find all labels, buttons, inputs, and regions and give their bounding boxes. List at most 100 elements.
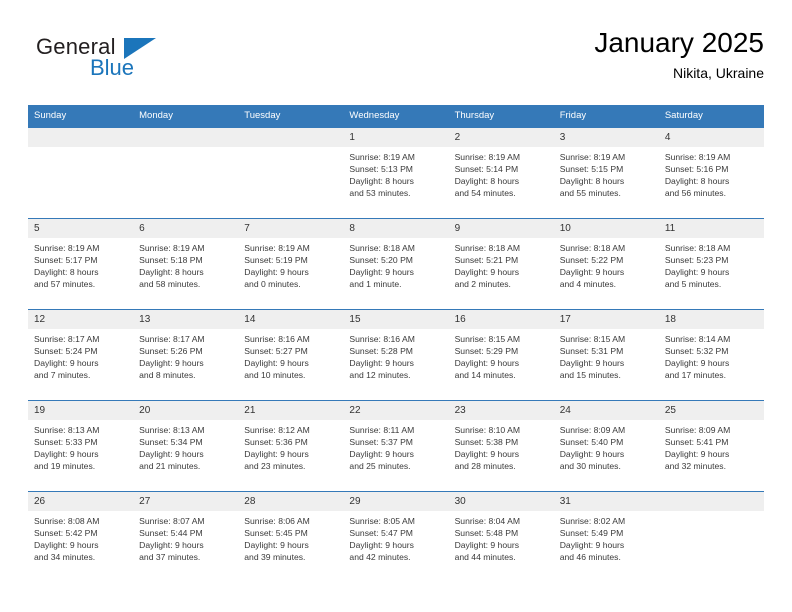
day-cell[interactable]: 24 Sunrise: 8:09 AM Sunset: 5:40 PM Dayl… bbox=[553, 400, 659, 492]
day-details: Sunrise: 8:12 AM Sunset: 5:36 PM Dayligh… bbox=[244, 425, 310, 472]
calendar-week-row: 19 Sunrise: 8:13 AM Sunset: 5:33 PM Dayl… bbox=[28, 400, 764, 492]
day-number: 28 bbox=[238, 492, 344, 511]
logo-text-blue: Blue bbox=[90, 55, 135, 80]
day-details: Sunrise: 8:06 AM Sunset: 5:45 PM Dayligh… bbox=[244, 516, 310, 563]
day-cell[interactable]: 8 Sunrise: 8:18 AM Sunset: 5:20 PM Dayli… bbox=[343, 218, 449, 310]
location-subtitle: Nikita, Ukraine bbox=[672, 65, 764, 81]
day-number: 24 bbox=[553, 401, 659, 420]
calendar-week-row: 1 Sunrise: 8:19 AM Sunset: 5:13 PM Dayli… bbox=[28, 127, 764, 219]
day-details: Sunrise: 8:18 AM Sunset: 5:22 PM Dayligh… bbox=[559, 243, 626, 290]
day-details: Sunrise: 8:19 AM Sunset: 5:16 PM Dayligh… bbox=[664, 152, 731, 199]
sunrise-sunset-calendar: Sunday Monday Tuesday Wednesday Thursday… bbox=[28, 105, 764, 582]
calendar-page: General Blue January 2025 Nikita, Ukrain… bbox=[0, 0, 792, 612]
day-details: Sunrise: 8:15 AM Sunset: 5:31 PM Dayligh… bbox=[559, 334, 626, 381]
weekday-header-sunday: Sunday bbox=[28, 105, 134, 128]
day-cell[interactable]: 16 Sunrise: 8:15 AM Sunset: 5:29 PM Dayl… bbox=[448, 309, 554, 401]
day-cell[interactable]: 21 Sunrise: 8:12 AM Sunset: 5:36 PM Dayl… bbox=[238, 400, 344, 492]
weekday-header-saturday: Saturday bbox=[658, 105, 764, 128]
weekday-header-wednesday: Wednesday bbox=[343, 105, 449, 128]
day-cell[interactable] bbox=[133, 127, 239, 219]
day-number: 12 bbox=[28, 310, 134, 329]
day-details: Sunrise: 8:07 AM Sunset: 5:44 PM Dayligh… bbox=[139, 516, 205, 563]
day-number: 15 bbox=[343, 310, 449, 329]
day-number: 18 bbox=[658, 310, 764, 329]
calendar-header-row: Sunday Monday Tuesday Wednesday Thursday… bbox=[28, 105, 764, 128]
day-number: 27 bbox=[133, 492, 239, 511]
day-cell[interactable]: 1 Sunrise: 8:19 AM Sunset: 5:13 PM Dayli… bbox=[343, 127, 449, 219]
page-title: January 2025 bbox=[594, 27, 764, 58]
day-details: Sunrise: 8:19 AM Sunset: 5:18 PM Dayligh… bbox=[139, 243, 205, 290]
day-cell[interactable]: 11 Sunrise: 8:18 AM Sunset: 5:23 PM Dayl… bbox=[658, 218, 764, 310]
day-cell[interactable]: 27 Sunrise: 8:07 AM Sunset: 5:44 PM Dayl… bbox=[133, 491, 239, 582]
day-details: Sunrise: 8:18 AM Sunset: 5:20 PM Dayligh… bbox=[349, 243, 415, 290]
day-number: 31 bbox=[553, 492, 659, 511]
day-cell[interactable]: 20 Sunrise: 8:13 AM Sunset: 5:34 PM Dayl… bbox=[133, 400, 239, 492]
day-number: 20 bbox=[133, 401, 239, 420]
day-details: Sunrise: 8:19 AM Sunset: 5:14 PM Dayligh… bbox=[454, 152, 521, 199]
day-details: Sunrise: 8:19 AM Sunset: 5:17 PM Dayligh… bbox=[34, 243, 100, 290]
day-cell[interactable]: 9 Sunrise: 8:18 AM Sunset: 5:21 PM Dayli… bbox=[448, 218, 554, 310]
day-cell[interactable] bbox=[28, 127, 134, 219]
day-details: Sunrise: 8:15 AM Sunset: 5:29 PM Dayligh… bbox=[454, 334, 521, 381]
day-cell[interactable]: 2 Sunrise: 8:19 AM Sunset: 5:14 PM Dayli… bbox=[448, 127, 554, 219]
day-cell[interactable]: 3 Sunrise: 8:19 AM Sunset: 5:15 PM Dayli… bbox=[553, 127, 659, 219]
day-cell[interactable]: 4 Sunrise: 8:19 AM Sunset: 5:16 PM Dayli… bbox=[658, 127, 764, 219]
day-details: Sunrise: 8:16 AM Sunset: 5:28 PM Dayligh… bbox=[349, 334, 415, 381]
day-cell[interactable]: 17 Sunrise: 8:15 AM Sunset: 5:31 PM Dayl… bbox=[553, 309, 659, 401]
day-cell[interactable]: 19 Sunrise: 8:13 AM Sunset: 5:33 PM Dayl… bbox=[28, 400, 134, 492]
day-details: Sunrise: 8:17 AM Sunset: 5:26 PM Dayligh… bbox=[139, 334, 205, 381]
day-cell[interactable]: 31 Sunrise: 8:02 AM Sunset: 5:49 PM Dayl… bbox=[553, 491, 659, 582]
day-cell[interactable]: 15 Sunrise: 8:16 AM Sunset: 5:28 PM Dayl… bbox=[343, 309, 449, 401]
day-number: 22 bbox=[343, 401, 449, 420]
day-number: 21 bbox=[238, 401, 344, 420]
day-cell[interactable]: 7 Sunrise: 8:19 AM Sunset: 5:19 PM Dayli… bbox=[238, 218, 344, 310]
day-number: 6 bbox=[133, 219, 239, 238]
page-header: General Blue January 2025 Nikita, Ukrain… bbox=[28, 26, 764, 96]
day-number: 5 bbox=[28, 219, 134, 238]
day-details: Sunrise: 8:08 AM Sunset: 5:42 PM Dayligh… bbox=[34, 516, 100, 563]
day-cell[interactable]: 22 Sunrise: 8:11 AM Sunset: 5:37 PM Dayl… bbox=[343, 400, 449, 492]
day-details: Sunrise: 8:02 AM Sunset: 5:49 PM Dayligh… bbox=[559, 516, 626, 563]
day-details: Sunrise: 8:17 AM Sunset: 5:24 PM Dayligh… bbox=[34, 334, 100, 381]
day-cell[interactable]: 14 Sunrise: 8:16 AM Sunset: 5:27 PM Dayl… bbox=[238, 309, 344, 401]
weekday-header-friday: Friday bbox=[553, 105, 659, 128]
title-block: January 2025 Nikita, Ukraine bbox=[594, 26, 764, 83]
calendar-week-row: 5 Sunrise: 8:19 AM Sunset: 5:17 PM Dayli… bbox=[28, 218, 764, 310]
day-number: 19 bbox=[28, 401, 134, 420]
day-cell[interactable]: 23 Sunrise: 8:10 AM Sunset: 5:38 PM Dayl… bbox=[448, 400, 554, 492]
day-details: Sunrise: 8:19 AM Sunset: 5:15 PM Dayligh… bbox=[559, 152, 626, 199]
day-cell[interactable]: 12 Sunrise: 8:17 AM Sunset: 5:24 PM Dayl… bbox=[28, 309, 134, 401]
day-number: 23 bbox=[448, 401, 554, 420]
day-number: 10 bbox=[553, 219, 659, 238]
day-details: Sunrise: 8:09 AM Sunset: 5:40 PM Dayligh… bbox=[559, 425, 626, 472]
weekday-header-thursday: Thursday bbox=[448, 105, 554, 128]
day-cell[interactable]: 26 Sunrise: 8:08 AM Sunset: 5:42 PM Dayl… bbox=[28, 491, 134, 582]
day-details: Sunrise: 8:14 AM Sunset: 5:32 PM Dayligh… bbox=[664, 334, 731, 381]
day-cell[interactable]: 10 Sunrise: 8:18 AM Sunset: 5:22 PM Dayl… bbox=[553, 218, 659, 310]
day-details: Sunrise: 8:19 AM Sunset: 5:13 PM Dayligh… bbox=[349, 152, 415, 199]
day-number: 25 bbox=[658, 401, 764, 420]
day-cell[interactable]: 28 Sunrise: 8:06 AM Sunset: 5:45 PM Dayl… bbox=[238, 491, 344, 582]
day-number: 30 bbox=[448, 492, 554, 511]
day-cell[interactable] bbox=[238, 127, 344, 219]
day-cell[interactable]: 18 Sunrise: 8:14 AM Sunset: 5:32 PM Dayl… bbox=[658, 309, 764, 401]
day-number: 2 bbox=[448, 128, 554, 147]
day-cell[interactable]: 6 Sunrise: 8:19 AM Sunset: 5:18 PM Dayli… bbox=[133, 218, 239, 310]
day-cell[interactable]: 30 Sunrise: 8:04 AM Sunset: 5:48 PM Dayl… bbox=[448, 491, 554, 582]
day-number: 1 bbox=[343, 128, 449, 147]
day-number: 9 bbox=[448, 219, 554, 238]
day-cell[interactable] bbox=[658, 491, 764, 582]
day-cell[interactable]: 13 Sunrise: 8:17 AM Sunset: 5:26 PM Dayl… bbox=[133, 309, 239, 401]
general-blue-logo[interactable]: General Blue bbox=[28, 34, 258, 92]
day-number: 26 bbox=[28, 492, 134, 511]
day-cell[interactable]: 5 Sunrise: 8:19 AM Sunset: 5:17 PM Dayli… bbox=[28, 218, 134, 310]
day-cell[interactable]: 29 Sunrise: 8:05 AM Sunset: 5:47 PM Dayl… bbox=[343, 491, 449, 582]
day-number: 4 bbox=[658, 128, 764, 147]
day-details: Sunrise: 8:18 AM Sunset: 5:21 PM Dayligh… bbox=[454, 243, 521, 290]
day-cell[interactable]: 25 Sunrise: 8:09 AM Sunset: 5:41 PM Dayl… bbox=[658, 400, 764, 492]
day-details: Sunrise: 8:11 AM Sunset: 5:37 PM Dayligh… bbox=[349, 425, 415, 472]
day-details: Sunrise: 8:05 AM Sunset: 5:47 PM Dayligh… bbox=[349, 516, 415, 563]
weekday-header-monday: Monday bbox=[133, 105, 239, 128]
day-details: Sunrise: 8:18 AM Sunset: 5:23 PM Dayligh… bbox=[664, 243, 731, 290]
day-details: Sunrise: 8:13 AM Sunset: 5:34 PM Dayligh… bbox=[139, 425, 205, 472]
